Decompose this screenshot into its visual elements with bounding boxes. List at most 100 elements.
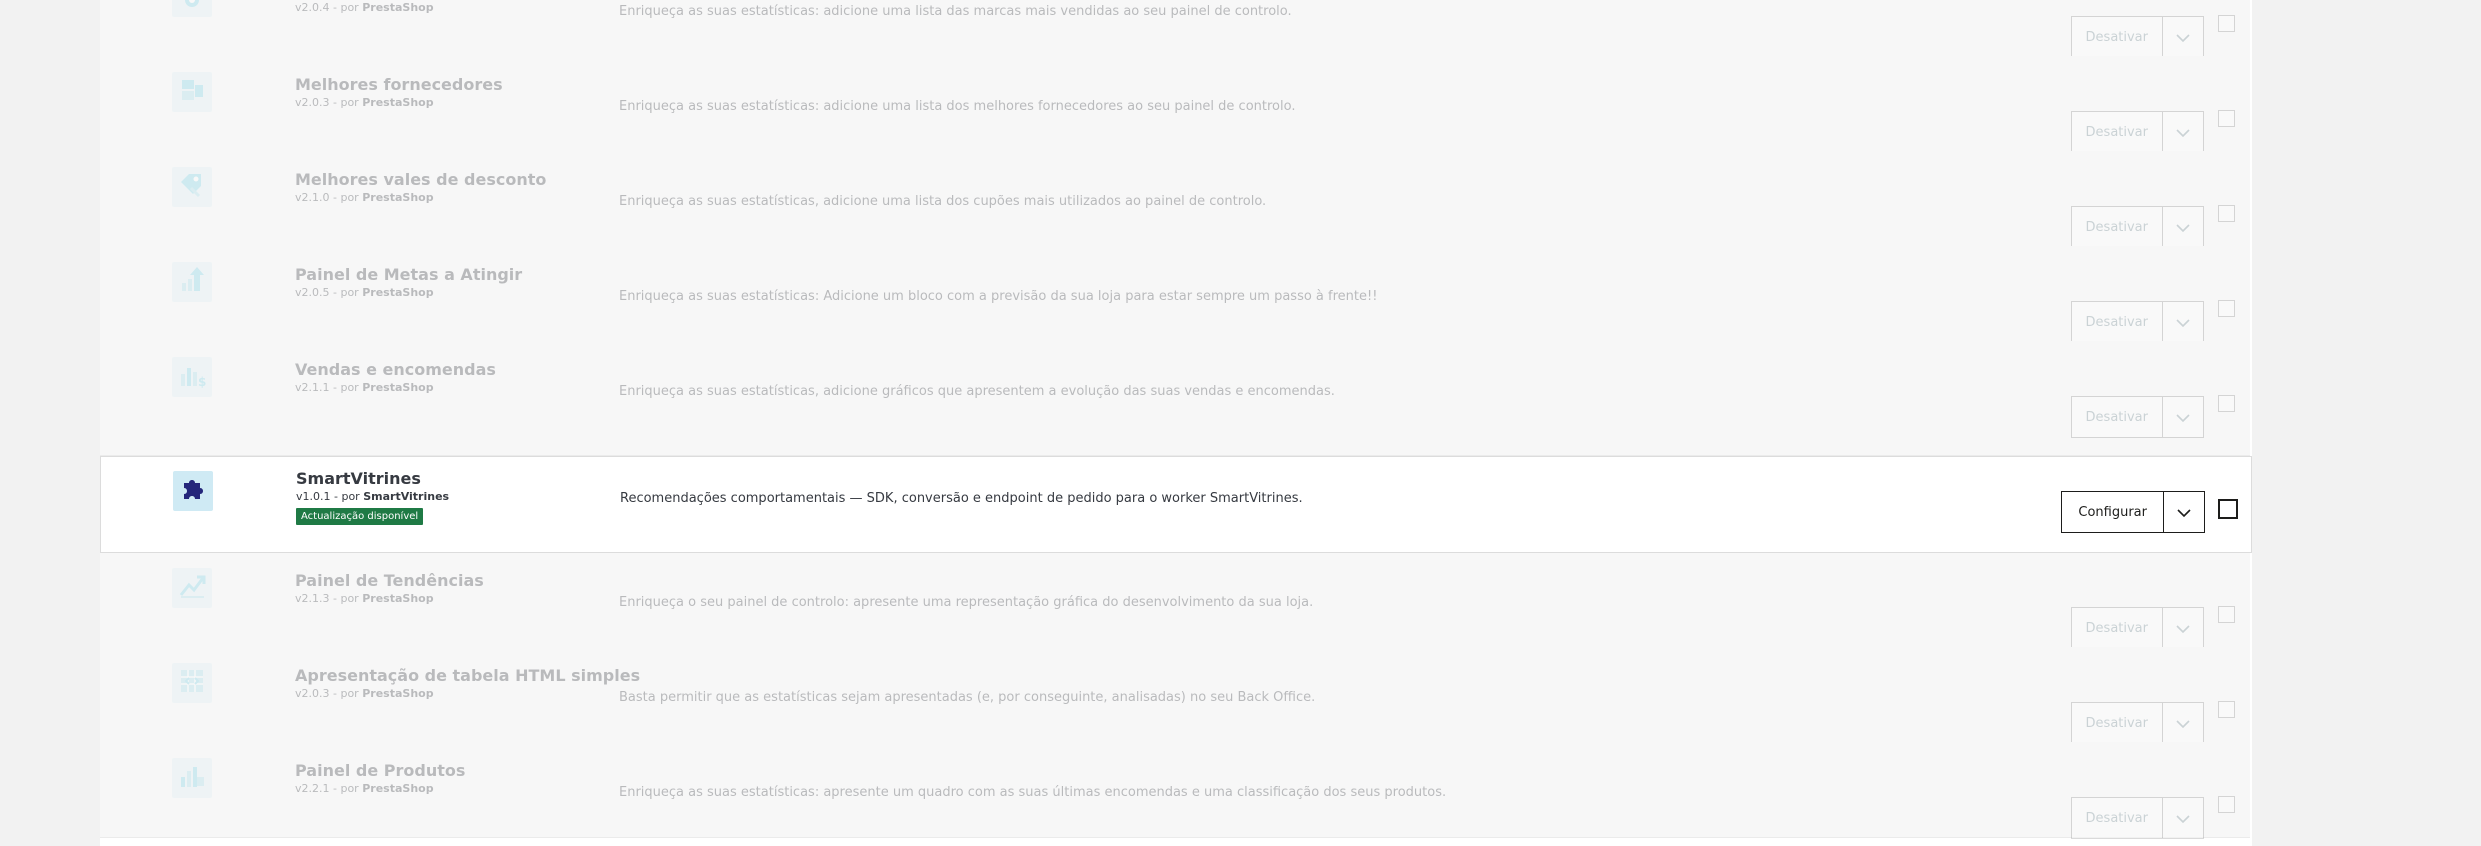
module-select-checkbox[interactable]	[2218, 499, 2238, 519]
module-select-checkbox[interactable]	[2218, 15, 2235, 32]
module-action-group: Desativar	[2070, 797, 2204, 839]
module-info: As melhores marcasv2.0.4 - por PrestaSho…	[295, 0, 595, 14]
chevron-down-icon	[2176, 619, 2190, 638]
module-select-checkbox[interactable]	[2218, 205, 2235, 222]
actions-dropdown-toggle[interactable]	[2163, 702, 2204, 744]
module-meta: v2.1.0 - por PrestaShop	[295, 191, 434, 204]
module-row: Melhores fornecedores v2.0.3 - por Presta…	[100, 56, 2250, 153]
module-author: PrestaShop	[362, 191, 434, 204]
module-row: $ Vendas e encomendas v2.1.1 - por PrestaS…	[100, 341, 2250, 456]
module-logo	[172, 167, 212, 207]
html-table-icon	[177, 666, 207, 700]
module-logo	[173, 471, 213, 511]
actions-dropdown-toggle[interactable]	[2163, 797, 2204, 839]
module-version: v2.0.5	[295, 286, 330, 299]
module-info: Melhores vales de desconto v2.1.0 - por P…	[295, 170, 595, 204]
module-description: Enriqueça as suas estatísticas, adicione…	[619, 384, 1335, 399]
module-version: v2.0.4	[295, 1, 330, 14]
module-name: Painel de Tendências	[295, 571, 484, 590]
module-logo	[172, 663, 212, 703]
module-meta: v1.0.1 - por SmartVitrines	[296, 490, 450, 503]
module-select-checkbox[interactable]	[2218, 300, 2235, 317]
module-meta: v2.0.3 - por PrestaShop	[295, 96, 434, 109]
module-by: por	[340, 381, 359, 394]
configure-button[interactable]: Configurar	[2061, 491, 2164, 533]
module-name: Painel de Metas a Atingir	[295, 265, 523, 284]
module-action-group: Desativar	[2070, 206, 2204, 248]
module-version: v2.2.1	[295, 782, 330, 795]
module-logo	[172, 0, 212, 17]
module-row: Apresentação de tabela HTML simples v2.0.…	[100, 647, 2250, 744]
module-meta: v2.0.5 - por PrestaShop	[295, 286, 434, 299]
module-info: Melhores fornecedores v2.0.3 - por Presta…	[295, 75, 595, 109]
chevron-down-icon	[2176, 313, 2190, 332]
actions-dropdown-toggle[interactable]	[2163, 16, 2204, 58]
svg-text:$: $	[198, 375, 206, 389]
module-name: Melhores vales de desconto	[295, 170, 547, 189]
module-author: PrestaShop	[362, 782, 434, 795]
update-available-badge: Actualização disponível	[296, 508, 424, 525]
disable-button[interactable]: Desativar	[2070, 607, 2163, 649]
module-name: Melhores fornecedores	[295, 75, 503, 94]
module-description: Enriqueça as suas estatísticas: adicione…	[619, 99, 1296, 114]
module-version: v2.0.3	[295, 687, 330, 700]
module-action-group: Desativar	[2070, 111, 2204, 153]
module-select-checkbox[interactable]	[2218, 796, 2235, 813]
disable-button[interactable]: Desativar	[2070, 16, 2163, 58]
module-row: Painel de Metas a Atingir v2.0.5 - por Pr…	[100, 246, 2250, 343]
module-select-checkbox[interactable]	[2218, 701, 2235, 718]
actions-dropdown-toggle[interactable]	[2163, 301, 2204, 343]
chevron-down-icon	[2176, 408, 2190, 427]
actions-dropdown-toggle[interactable]	[2163, 206, 2204, 248]
brands-icon	[177, 0, 207, 14]
sales-chart-icon: $	[177, 360, 207, 394]
chevron-down-icon	[2176, 123, 2190, 142]
module-select-checkbox[interactable]	[2218, 395, 2235, 412]
module-by: por	[340, 96, 359, 109]
module-meta: v2.1.3 - por PrestaShop	[295, 592, 434, 605]
module-meta: v2.0.3 - por PrestaShop	[295, 687, 434, 700]
module-action-group: Desativar	[2070, 301, 2204, 343]
module-by: por	[340, 592, 359, 605]
chevron-down-icon	[2177, 503, 2191, 522]
module-version: v2.1.0	[295, 191, 330, 204]
disable-button[interactable]: Desativar	[2070, 206, 2163, 248]
module-version: v2.1.3	[295, 592, 330, 605]
actions-dropdown-toggle[interactable]	[2163, 607, 2204, 649]
suppliers-icon	[177, 75, 207, 109]
actions-dropdown-toggle[interactable]	[2164, 491, 2205, 533]
module-by: por	[340, 1, 359, 14]
module-info: Painel de Metas a Atingir v2.0.5 - por Pr…	[295, 265, 595, 299]
module-name: Painel de Produtos	[295, 761, 466, 780]
actions-dropdown-toggle[interactable]	[2163, 111, 2204, 153]
disable-button[interactable]: Desativar	[2070, 396, 2163, 438]
disable-button[interactable]: Desativar	[2070, 301, 2163, 343]
module-author: PrestaShop	[362, 592, 434, 605]
disable-button[interactable]: Desativar	[2070, 797, 2163, 839]
module-description: Enriqueça as suas estatísticas: Adicione…	[619, 289, 1378, 304]
disable-button[interactable]: Desativar	[2070, 111, 2163, 153]
module-description: Basta permitir que as estatísticas sejam…	[619, 690, 1316, 705]
actions-dropdown-toggle[interactable]	[2163, 396, 2204, 438]
module-by: por	[340, 191, 359, 204]
module-author: PrestaShop	[362, 687, 434, 700]
module-info: Vendas e encomendas v2.1.1 - por PrestaSh…	[295, 360, 595, 394]
module-select-checkbox[interactable]	[2218, 110, 2235, 127]
discount-tag-icon	[177, 170, 207, 204]
module-author: PrestaShop	[362, 381, 434, 394]
module-meta: v2.2.1 - por PrestaShop	[295, 782, 434, 795]
trends-icon	[177, 571, 207, 605]
chevron-down-icon	[2176, 809, 2190, 828]
module-name: Vendas e encomendas	[295, 360, 496, 379]
module-row: Painel de Tendências v2.1.3 - por PrestaS…	[100, 552, 2250, 649]
module-author: SmartVitrines	[363, 490, 450, 503]
module-row: As melhores marcasv2.0.4 - por PrestaSho…	[100, 0, 2250, 58]
module-by: por	[340, 687, 359, 700]
module-description: Enriqueça as suas estatísticas: adicione…	[619, 4, 1292, 19]
module-select-checkbox[interactable]	[2218, 606, 2235, 623]
module-by: por	[340, 286, 359, 299]
module-row: Melhores vales de desconto v2.1.0 - por P…	[100, 151, 2250, 248]
module-info: SmartVitrines v1.0.1 - por SmartVitrines A…	[296, 469, 596, 525]
disable-button[interactable]: Desativar	[2070, 702, 2163, 744]
module-name: SmartVitrines	[296, 469, 421, 488]
